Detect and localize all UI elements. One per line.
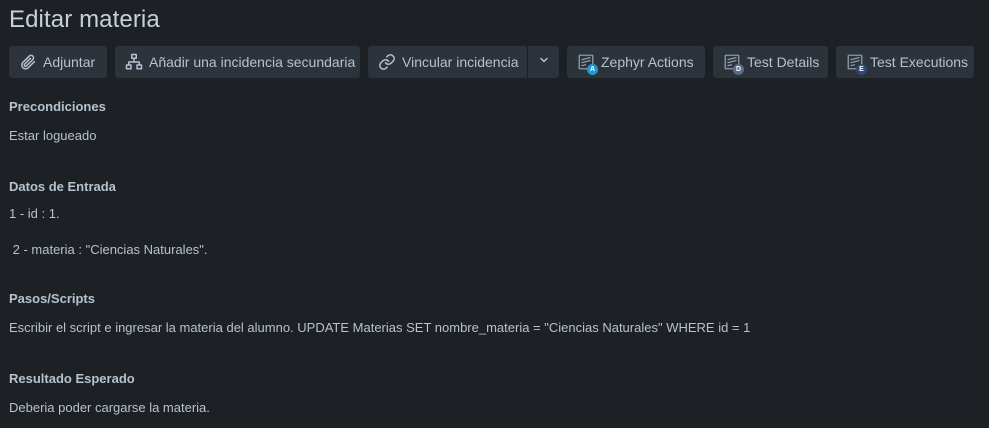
zephyr-actions-button[interactable]: A Zephyr Actions: [567, 46, 705, 78]
input-data-heading: Datos de Entrada: [9, 179, 116, 194]
attach-label: Adjuntar: [43, 54, 96, 70]
zephyr-icon: E: [846, 52, 867, 75]
preconditions-text: Estar logueado: [9, 128, 97, 143]
steps-heading: Pasos/Scripts: [9, 291, 95, 306]
test-executions-badge: E: [856, 64, 867, 75]
link-issue-more-button[interactable]: [527, 46, 559, 78]
issue-edit-page: Editar materia Adjuntar Añadir una incid…: [0, 0, 989, 428]
issue-toolbar: Adjuntar Añadir una incidencia secundari…: [9, 46, 974, 78]
add-subtask-button[interactable]: Añadir una incidencia secundaria: [115, 46, 360, 78]
test-executions-label: Test Executions: [870, 54, 969, 70]
chevron-down-icon: [538, 53, 550, 71]
expected-result-text: Deberia poder cargarse la materia.: [9, 400, 210, 415]
preconditions-heading: Precondiciones: [9, 99, 106, 114]
zephyr-icon: D: [723, 52, 744, 75]
paperclip-icon: [19, 52, 37, 72]
input-data-line-2: 2 - materia : "Ciencias Naturales".: [9, 242, 208, 257]
expected-result-heading: Resultado Esperado: [9, 371, 135, 386]
zephyr-icon: A: [577, 52, 598, 75]
test-details-badge: D: [733, 64, 744, 75]
attach-button[interactable]: Adjuntar: [9, 46, 107, 78]
link-issue-button[interactable]: Vincular incidencia: [368, 46, 527, 78]
test-executions-button[interactable]: E Test Executions: [836, 46, 974, 78]
link-issue-label: Vincular incidencia: [402, 54, 519, 70]
hierarchy-icon: [125, 52, 143, 72]
link-issue-split-button: Vincular incidencia: [368, 46, 559, 78]
link-icon: [378, 52, 396, 72]
zephyr-actions-label: Zephyr Actions: [601, 54, 694, 70]
test-details-label: Test Details: [747, 54, 820, 70]
add-subtask-label: Añadir una incidencia secundaria: [149, 54, 356, 70]
input-data-line-1: 1 - id : 1.: [9, 206, 60, 221]
steps-text: Escribir el script e ingresar la materia…: [9, 320, 751, 335]
test-details-button[interactable]: D Test Details: [713, 46, 828, 78]
zephyr-actions-badge: A: [587, 64, 598, 75]
page-title: Editar materia: [9, 6, 160, 33]
